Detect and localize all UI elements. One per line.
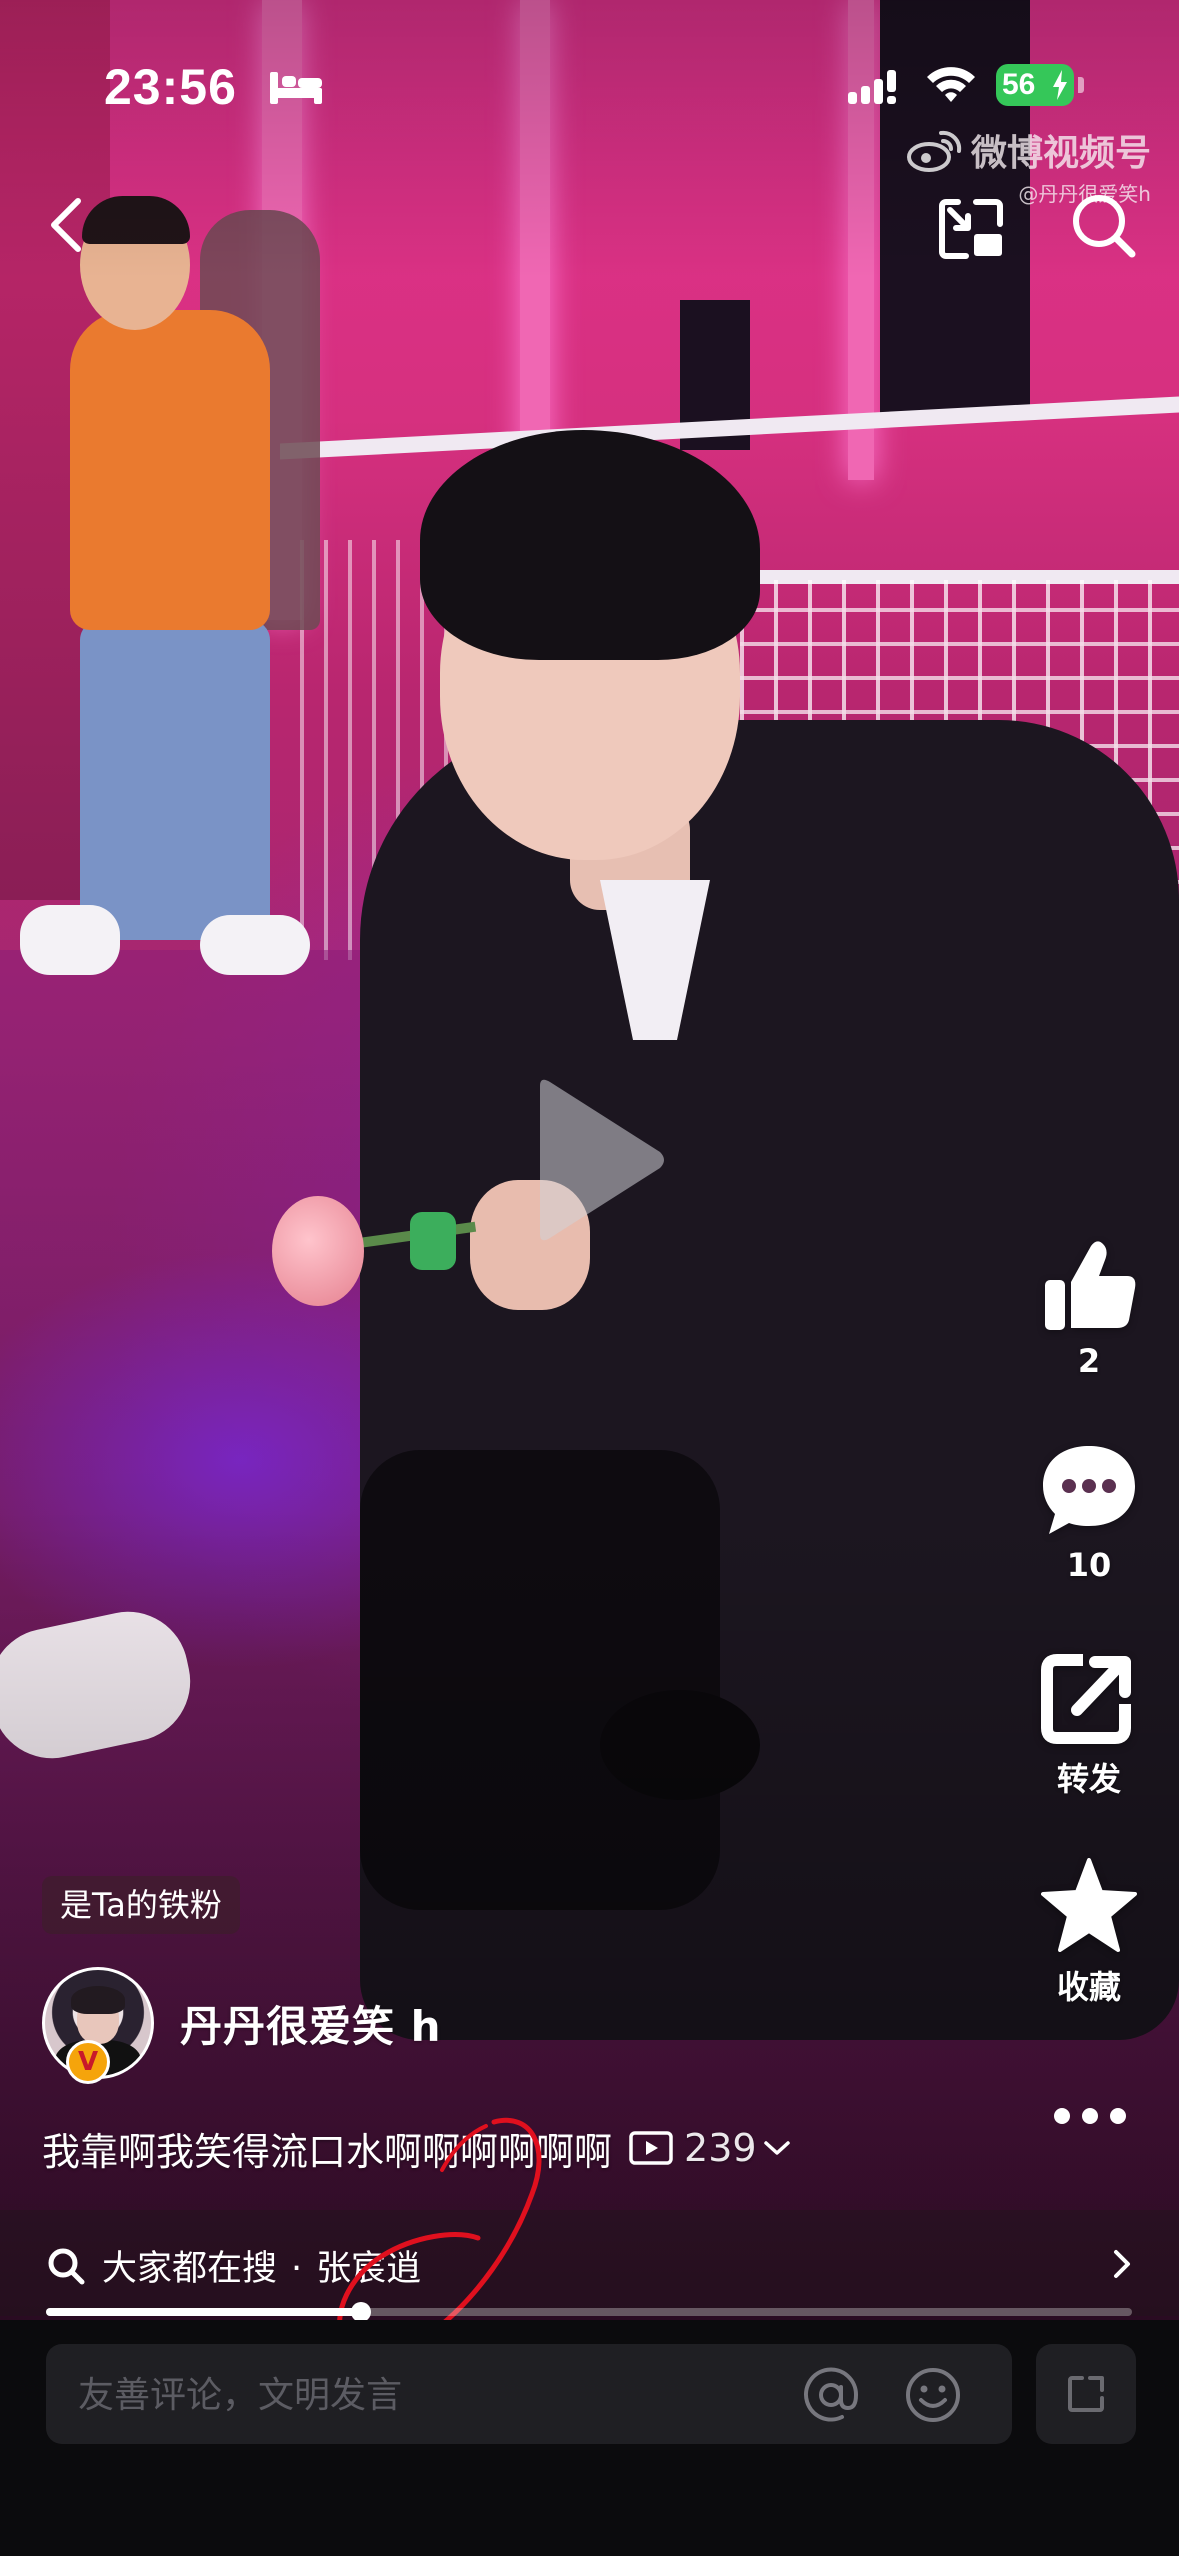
search-icon (48, 2248, 85, 2285)
verified-badge-icon: V (66, 2040, 110, 2084)
comment-bar (0, 2320, 1179, 2556)
play-icon[interactable] (520, 1072, 670, 1248)
like-button[interactable]: 2 (1016, 1236, 1162, 1380)
comment-input[interactable] (76, 2344, 800, 2446)
bed-icon (270, 72, 322, 104)
video-progress-fill (46, 2308, 361, 2316)
favorite-label: 收藏 (1056, 1968, 1121, 2006)
watermark-brand-row: 微博视频号 (905, 124, 1151, 176)
trending-search-separator: · (291, 2249, 303, 2289)
expand-icon (1068, 2376, 1104, 2412)
wifi-icon (927, 67, 975, 102)
expand-button[interactable] (1036, 2344, 1136, 2444)
trending-search-prefix: 大家都在搜 (102, 2249, 278, 2289)
video-progress-bar[interactable] (46, 2302, 1132, 2322)
author-name[interactable]: 丹丹很爱笑 h (180, 1993, 442, 2054)
chevron-right-icon (1114, 2250, 1130, 2278)
post-caption: 我靠啊我笑得流口水啊啊啊啊啊啊 (42, 2129, 613, 2174)
star-icon (1041, 1858, 1137, 1952)
video-views-icon (629, 2131, 673, 2165)
watermark-brand: 微博视频号 (970, 133, 1151, 174)
trending-search-bar[interactable]: 大家都在搜 · 张宸逍 (0, 2210, 1179, 2316)
trending-search-keyword[interactable]: 张宸逍 (316, 2249, 421, 2289)
more-icon[interactable] (1040, 2096, 1140, 2136)
more-dot (1054, 2108, 1070, 2124)
more-dot (1082, 2108, 1098, 2124)
thumbs-up-icon (1045, 1241, 1136, 1330)
video-progress-thumb[interactable] (350, 2302, 371, 2322)
chevron-down-icon (763, 2141, 790, 2155)
comment-count: 10 (1066, 1546, 1112, 1584)
share-arrow-icon (1041, 1654, 1131, 1744)
battery-cap (1078, 77, 1084, 93)
comment-input-container[interactable] (46, 2344, 1012, 2446)
battery-level: 56 (1002, 68, 1036, 101)
share-button[interactable]: 转发 (1016, 1648, 1162, 1800)
share-label: 转发 (1056, 1760, 1121, 1798)
picture-in-picture-icon[interactable] (936, 196, 1006, 262)
at-icon[interactable] (802, 2366, 860, 2424)
avatar-hair (71, 1986, 125, 2014)
view-count: 239 (684, 2126, 757, 2170)
comment-bubble-icon (1043, 1446, 1135, 1534)
weibo-logo-icon (906, 130, 962, 172)
trending-search-text: 大家都在搜 · 张宸逍 (102, 2240, 421, 2291)
favorite-button[interactable]: 收藏 (1016, 1856, 1162, 2008)
fan-badge[interactable]: 是Ta的铁粉 (42, 1876, 240, 1934)
emoji-icon[interactable] (904, 2366, 962, 2424)
status-time: 23:56 (104, 59, 237, 115)
back-button[interactable] (36, 190, 96, 260)
charging-bolt-icon (1053, 70, 1067, 100)
battery-icon: 56 (996, 64, 1074, 106)
comment-button[interactable]: 10 (1016, 1440, 1162, 1584)
signal-icon (848, 70, 896, 104)
back-icon (51, 198, 81, 252)
post-caption-row[interactable]: 我靠啊我笑得流口水啊啊啊啊啊啊 239 (42, 2118, 791, 2178)
search-icon[interactable] (1068, 190, 1138, 260)
like-count: 2 (1077, 1342, 1101, 1380)
more-dot (1110, 2108, 1126, 2124)
